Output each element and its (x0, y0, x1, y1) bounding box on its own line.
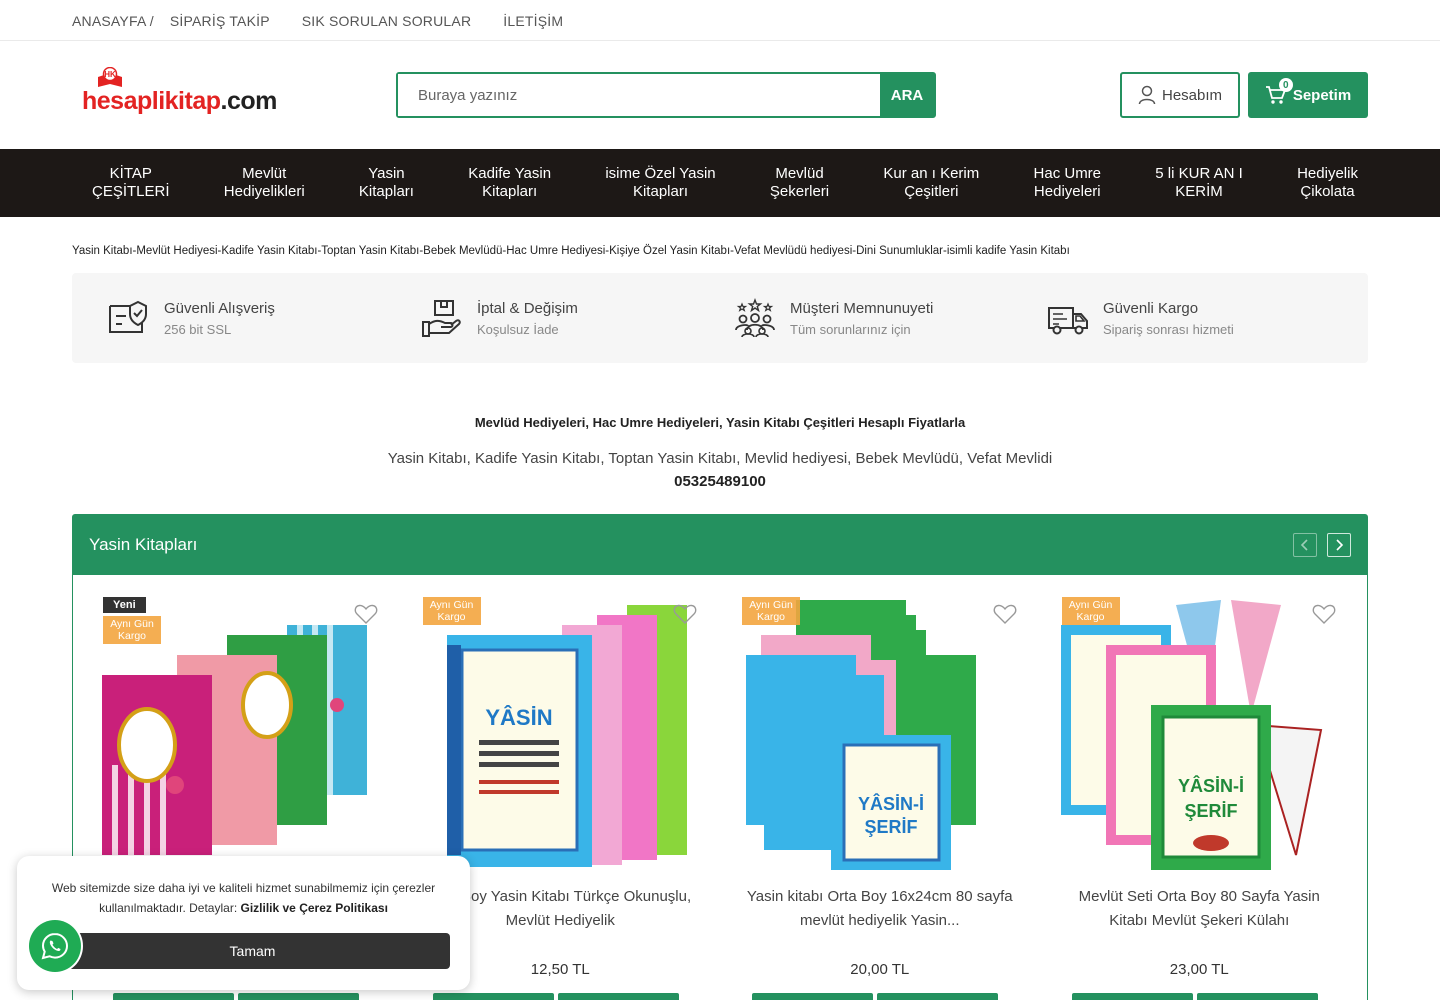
buy-now-button[interactable] (238, 993, 359, 1000)
cookie-text: Web sitemizde size daha iyi ve kaliteli … (51, 881, 436, 915)
chevron-right-icon (1336, 539, 1344, 551)
intro-text: Yasin Kitabı, Kadife Yasin Kitabı, Topta… (387, 450, 1053, 467)
heart-icon[interactable] (672, 601, 698, 627)
search-bar: ARA (396, 72, 936, 118)
feature-customer-satisfaction: Müşteri Memnunuyeti Tüm sorunlarınız içi… (734, 298, 1047, 338)
same-day-cargo-badge: Aynı Gün Kargo (422, 597, 481, 625)
privacy-policy-link[interactable]: Gizlilik ve Çerez Politikası (241, 901, 388, 915)
svg-text:YÂSİN-İ: YÂSİN-İ (858, 793, 924, 814)
intro-block: Mevlüd Hediyeleri, Hac Umre Hediyeleri, … (72, 415, 1368, 490)
svg-text:ŞERİF: ŞERİF (864, 817, 917, 837)
heart-icon[interactable] (353, 601, 379, 627)
nav-item-hajj-umrah-gifts[interactable]: Hac Umre Hediyeleri (1034, 165, 1102, 201)
book-logo-icon: HK (98, 67, 122, 87)
account-button[interactable]: Hesabım (1120, 72, 1240, 118)
product-image[interactable]: YÂSİN-İ ŞERİF (1056, 595, 1336, 871)
whatsapp-button[interactable] (29, 920, 81, 972)
same-day-cargo-badge: Aynı Gün Kargo (103, 616, 161, 644)
same-day-cargo-badge: Aynı Gün Kargo (1061, 597, 1120, 625)
intro-heading: Mevlüd Hediyeleri, Hac Umre Hediyeleri, … (474, 415, 966, 430)
feature-secure-cargo: Güvenli Kargo Sipariş sonrası hizmeti (1047, 298, 1360, 338)
feature-title: Güvenli Kargo (1103, 299, 1199, 317)
heart-icon[interactable] (992, 601, 1018, 627)
section-title: Yasin Kitapları (89, 535, 198, 554)
nav-item-mevlud-candies[interactable]: Mevlüd Şekerleri (770, 165, 829, 201)
feature-subtitle: Tüm sorunlarınız için (790, 321, 911, 337)
product-image[interactable]: YÂSİN-İ ŞERİF (736, 595, 1016, 871)
nav-item-quran-types[interactable]: Kur an ı Kerim Çeşitleri (883, 165, 979, 201)
carousel-next-button[interactable] (1327, 533, 1351, 557)
top-bar: ANASAYFA / SİPARİŞ TAKİP SIK SORULAN SOR… (0, 0, 1440, 41)
search-button[interactable]: ARA (880, 74, 934, 116)
topbar-link-faq[interactable]: SIK SORULAN SORULAR (302, 13, 472, 29)
topbar-link-contact[interactable]: İLETİŞİM (503, 13, 563, 29)
product-card[interactable]: Aynı Gün Kargo YÂSİN-İ ŞERİF (1040, 595, 1360, 1000)
topbar-link-order-tracking[interactable]: SİPARİŞ TAKİP (170, 13, 270, 29)
same-day-cargo-badge: Aynı Gün Kargo (742, 597, 800, 625)
svg-text:YÂSİN: YÂSİN (485, 705, 552, 730)
svg-text:HK: HK (104, 70, 116, 79)
feature-title: Müşteri Memnunuyeti (790, 299, 934, 317)
buy-now-button[interactable] (877, 993, 998, 1000)
cookie-consent-popup: Web sitemizde size daha iyi ve kaliteli … (17, 856, 470, 990)
product-card[interactable]: Aynı Gün Kargo YÂSİN-İ ŞERİF (720, 595, 1040, 1000)
add-to-cart-button[interactable] (752, 993, 873, 1000)
nav-item-gift-chocolate[interactable]: Hediyelik Çikolata (1297, 165, 1358, 201)
add-to-cart-button[interactable] (1071, 993, 1193, 1000)
buy-now-button[interactable] (1196, 993, 1318, 1000)
feature-subtitle: Sipariş sonrası hizmeti (1103, 321, 1234, 337)
site-header: HK hesaplikitap.com ARA Hesabım (0, 41, 1440, 149)
search-input[interactable] (398, 74, 880, 116)
add-to-cart-button[interactable] (432, 993, 554, 1000)
product-price: 23,00 TL (1169, 961, 1229, 978)
section-header: Yasin Kitapları (73, 515, 1367, 575)
feature-secure-shopping: Güvenli Alışveriş 256 bit SSL (108, 298, 421, 338)
carousel-prev-button[interactable] (1293, 533, 1317, 557)
features-bar: Güvenli Alışveriş 256 bit SSL İptal & De… (72, 273, 1368, 363)
product-price: 20,00 TL (850, 961, 910, 978)
nav-item-yasin-books[interactable]: Yasin Kitapları (359, 165, 414, 201)
cart-button[interactable]: 0 Sepetim (1248, 72, 1368, 118)
product-name[interactable]: Mevlüt Seti Orta Boy 80 Sayfa Yasin Kita… (1060, 885, 1340, 933)
nav-item-quran-5-set[interactable]: 5 li KUR AN I KERİM (1155, 165, 1243, 201)
buy-now-button[interactable] (557, 993, 679, 1000)
feature-subtitle: Koşulsuz İade (477, 321, 559, 337)
delivery-truck-icon (1048, 307, 1088, 335)
logo-text: hesaplikitap.com (82, 87, 277, 115)
feature-title: Güvenli Alışveriş (164, 299, 275, 317)
svg-text:YÂSİN-İ: YÂSİN-İ (1177, 775, 1243, 796)
user-icon (1138, 85, 1156, 105)
heart-icon[interactable] (1311, 601, 1337, 627)
svg-text:ŞERİF: ŞERİF (1184, 801, 1237, 821)
nav-item-mevlut-gifts[interactable]: Mevlüt Hediyelikleri (224, 165, 305, 201)
chevron-left-icon (1300, 539, 1308, 551)
cart-count-badge: 0 (1278, 78, 1293, 92)
product-image[interactable]: YÂSİN (417, 595, 697, 871)
seo-tagline: Yasin Kitabı-Mevlüt Hediyesi-Kadife Yasi… (72, 245, 1070, 257)
main-nav: KİTAP ÇEŞİTLERİ Mevlüt Hediyelikleri Yas… (0, 149, 1440, 217)
secure-shopping-icon (109, 300, 147, 333)
phone-number[interactable]: 05325489100 (72, 473, 1368, 490)
nav-item-book-types[interactable]: KİTAP ÇEŞİTLERİ (92, 165, 170, 201)
new-badge: Yeni (103, 597, 146, 613)
feature-return-exchange: İptal & Değişim Koşulsuz İade (421, 298, 734, 338)
topbar-link-home[interactable]: ANASAYFA / (72, 13, 154, 29)
cookie-accept-button[interactable]: Tamam (55, 933, 450, 969)
whatsapp-icon (41, 932, 69, 960)
nav-item-personalized-yasin[interactable]: isime Özel Yasin Kitapları (605, 165, 715, 201)
product-name[interactable]: Yasin kitabı Orta Boy 16x24cm 80 sayfa m… (740, 885, 1020, 933)
feature-title: İptal & Değişim (477, 299, 578, 317)
customer-satisfaction-icon (735, 298, 775, 338)
account-label: Hesabım (1161, 86, 1223, 104)
feature-subtitle: 256 bit SSL (164, 321, 232, 337)
add-to-cart-button[interactable] (113, 993, 234, 1000)
return-exchange-icon (422, 300, 461, 337)
site-logo[interactable]: HK hesaplikitap.com (82, 65, 277, 115)
nav-item-velvet-yasin[interactable]: Kadife Yasin Kitapları (468, 165, 551, 201)
cart-label: Sepetim (1292, 86, 1352, 104)
